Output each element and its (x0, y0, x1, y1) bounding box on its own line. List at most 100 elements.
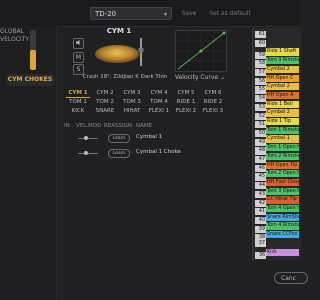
note-name: Tom 4 Open Hit (266, 205, 299, 213)
note-name: Tom 2 Open Hit (266, 170, 299, 178)
note-name: Tom 3 Open Hit (266, 187, 299, 195)
mapping-name: Cymbal 1 (136, 134, 163, 140)
pad-snare[interactable]: SNARE (92, 108, 118, 114)
vel-mod-slider[interactable] (78, 153, 98, 154)
note-row[interactable]: 45Tom 2 Open Hit (255, 170, 301, 181)
note-name: Tom 3 Rimshot (266, 57, 299, 65)
mapping-name: Cymbal 1 Choke (136, 149, 181, 155)
note-name: CC Hihat Tip (266, 196, 299, 204)
selected-pad-underline (66, 97, 90, 98)
pad-cym-2[interactable]: CYM 2 (92, 90, 118, 96)
pad-ride-1[interactable]: RIDE 1 (173, 99, 199, 105)
note-row[interactable]: 41Tom 4 Open Hit (255, 205, 301, 216)
save-button[interactable]: Save (176, 7, 202, 20)
note-name: Cymbal 2 (266, 83, 299, 91)
pad-cym-1[interactable]: CYM 1 (65, 90, 91, 96)
pad-cym-4[interactable]: CYM 4 (146, 90, 172, 96)
cymbal-description: Crash 18", Zildjian K Dark Thin (82, 74, 168, 80)
speaker-icon[interactable] (73, 38, 84, 49)
cymbal-image (95, 38, 144, 66)
pad-tom-4[interactable]: TOM 4 (146, 99, 172, 105)
vel-mod-knob[interactable] (84, 151, 88, 155)
pad-tom-3[interactable]: TOM 3 (119, 99, 145, 105)
chevron-down-icon: ▾ (163, 11, 167, 18)
note-row[interactable]: 56HH Open C (255, 74, 301, 85)
pad-cym-6[interactable]: CYM 6 (200, 90, 226, 96)
pad-flexi-3[interactable]: FLEXI 3 (200, 108, 226, 114)
pad-kick[interactable]: KICK (65, 108, 91, 114)
note-number: 37 (255, 239, 266, 247)
note-row[interactable]: 47Tom 2 Rimshot (255, 152, 301, 164)
note-name: HH Open C (266, 74, 299, 82)
note-name: Cymbal 2 (266, 109, 299, 117)
note-name: Tom 2 Rimshot (266, 152, 299, 160)
note-row[interactable]: 60 (255, 39, 301, 47)
note-name: Tom 1 Rimshot (266, 126, 299, 134)
note-name: Cymbal 1 (266, 135, 299, 143)
note-row[interactable]: 49Cymbal 1 (255, 135, 301, 146)
pad-ride-2[interactable]: RIDE 2 (200, 99, 226, 105)
cancel-button[interactable]: Canc (274, 272, 308, 284)
note-name: HH Foot Close (266, 178, 299, 187)
note-row[interactable]: 59Ride 1 Shaft (255, 48, 301, 59)
col-header-vel-mod: VEL.MOD (76, 123, 102, 129)
note-name: Snare RimShot (266, 213, 299, 221)
pad-tom-2[interactable]: TOM 2 (92, 99, 118, 105)
note-number: 36 (255, 251, 266, 259)
note-row[interactable]: 61 (255, 31, 301, 39)
note-row[interactable]: 52Cymbal 2 (255, 109, 301, 120)
velocity-curve-label: Velocity Curve (174, 74, 219, 81)
note-list[interactable]: 61 60 59Ride 1 Shaft 58Tom 3 Rimshot 57Cymba… (252, 28, 301, 260)
note-row[interactable]: 51Ride 1 Tip (255, 118, 301, 129)
note-row[interactable]: 46HH Open Tip (255, 161, 301, 172)
note-row[interactable]: 53Ride 1 Bell (255, 100, 301, 111)
note-row[interactable]: 58Tom 3 Rimshot (255, 57, 301, 68)
pad-cym-5[interactable]: CYM 5 (173, 90, 199, 96)
mute-button[interactable]: M (73, 52, 84, 63)
pad-flexi-2[interactable]: FLEXI 2 (173, 108, 199, 114)
note-number: 61 (255, 31, 266, 39)
note-row[interactable]: 48Tom 1 Open Hit (255, 144, 301, 155)
col-header-name: NAME (136, 123, 153, 129)
note-name: Ride 1 Bell (266, 100, 299, 108)
note-row[interactable]: 43Tom 3 Open Hit (255, 187, 301, 198)
note-row[interactable]: 40Snare RimShot (255, 213, 301, 225)
pad-flexi-1[interactable]: FLEXI 1 (146, 108, 172, 114)
note-row[interactable]: 42CC Hihat Tip (255, 196, 301, 207)
note-row[interactable]: 44HH Foot Close (255, 178, 301, 190)
note-name: Kick (266, 248, 299, 256)
vel-mod-slider[interactable] (78, 138, 98, 139)
velocity-label: VELOCITY (0, 36, 30, 43)
velocity-fader-fill (30, 50, 36, 70)
set-default-button[interactable]: Set as default (208, 7, 252, 20)
note-name: Cymbal 2 (266, 65, 299, 73)
note-row[interactable]: 55Cymbal 2 (255, 83, 301, 94)
cym-chokes-button[interactable]: CYM CHOKES (6, 74, 54, 86)
note-name: Tom 1 Open Hit (266, 144, 299, 152)
velocity-curve-graph[interactable] (175, 30, 227, 72)
note-name: HH Open A (266, 91, 299, 100)
note-row[interactable]: 36Kick (255, 248, 301, 259)
note-row[interactable]: 39Tom 4 Rimshot (255, 222, 301, 233)
pad-tom-1[interactable]: TOM 1 (65, 99, 91, 105)
note-row[interactable]: 54HH Open A (255, 91, 301, 103)
note-row[interactable]: 38Snare CCPos (255, 231, 301, 242)
pad-cym-3[interactable]: CYM 3 (119, 90, 145, 96)
col-header-reassign: REASSIGN (104, 123, 133, 129)
preset-value: TD-20 (95, 10, 117, 18)
learn-button[interactable]: Learn (108, 149, 130, 158)
note-name: Tom 4 Rimshot (266, 222, 299, 230)
note-name: Ride 1 Tip (266, 118, 299, 126)
velocity-curve-select[interactable]: Velocity Curve ⌄ (170, 74, 230, 81)
preset-select[interactable]: TD-20 ▾ (90, 7, 172, 20)
note-number: 60 (255, 39, 266, 47)
note-row[interactable]: 57Cymbal 2 (255, 65, 301, 77)
left-panel (0, 26, 57, 300)
chevron-down-icon: ⌄ (220, 74, 226, 81)
pad-hihat[interactable]: HIHAT (119, 108, 145, 114)
note-row[interactable]: 50Tom 1 Rimshot (255, 126, 301, 138)
learn-button[interactable]: Learn (108, 134, 130, 143)
note-row[interactable]: 37 (255, 239, 301, 247)
note-name: HH Open Tip (266, 161, 299, 169)
vel-mod-knob[interactable] (84, 136, 88, 140)
